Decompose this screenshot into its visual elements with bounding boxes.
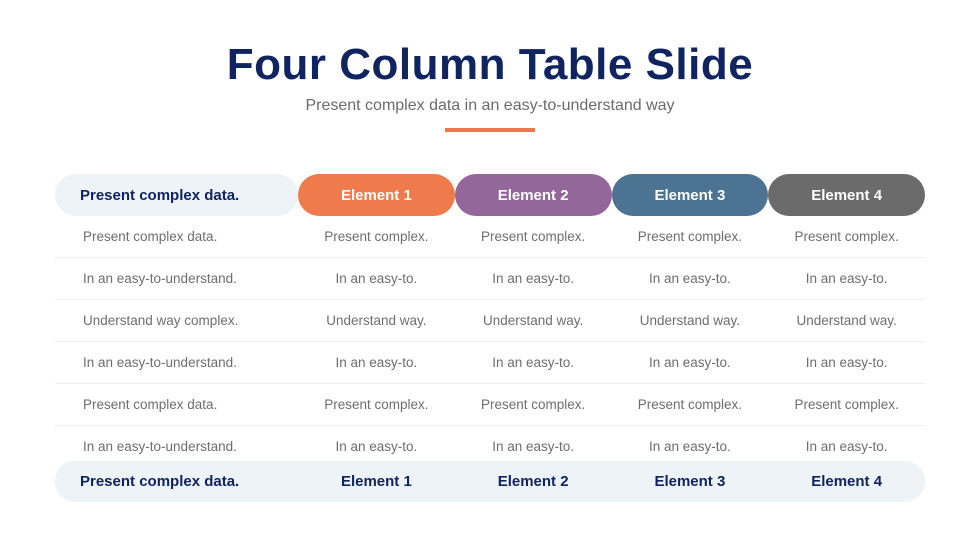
table-row: Understand way complex. Understand way. Un… [55,300,925,342]
table-cell: Present complex. [324,397,429,412]
slide-subtitle: Present complex data in an easy-to-under… [305,97,675,114]
table-cell: In an easy-to. [805,439,888,454]
table-header-row: Present complex data. Element 1 Element … [55,174,925,216]
footer-first-cell: Present complex data. [80,473,240,490]
header-element-1: Element 1 [298,174,455,216]
table-cell: Present complex. [794,229,899,244]
table-cell: In an easy-to. [805,271,888,286]
four-column-table: Present complex data. Element 1 Element … [55,174,925,467]
table-cell: In an easy-to. [335,271,418,286]
row-label: In an easy-to-understand. [83,271,237,286]
table-cell: In an easy-to. [492,439,575,454]
table-cell: In an easy-to. [648,271,731,286]
footer-cell: Element 4 [811,473,883,490]
footer-cell: Element 1 [340,473,412,490]
table-cell: In an easy-to. [805,355,888,370]
table-cell: Present complex. [637,229,743,244]
table-cell: In an easy-to. [648,439,731,454]
footer-cell: Element 2 [497,473,569,490]
header-first-cell: Present complex data. [55,174,298,216]
accent-divider [445,128,535,132]
table-cell: In an easy-to. [492,271,575,286]
table-body: Present complex data. Present complex. Pre… [55,216,925,467]
row-label: In an easy-to-understand. [83,439,237,454]
table-cell: Present complex. [480,397,586,412]
table-cell: In an easy-to. [335,439,418,454]
table-cell: In an easy-to. [492,355,575,370]
table-cell: In an easy-to. [648,355,731,370]
table-cell: Understand way. [639,313,741,328]
table-cell: Present complex. [324,229,429,244]
table-cell: Present complex. [794,397,899,412]
row-label: Present complex data. [83,229,218,244]
table-cell: Present complex. [637,397,743,412]
header-element-4: Element 4 [768,174,925,216]
table-cell: Present complex. [480,229,586,244]
table-cell: Understand way. [482,313,584,328]
table-row: Present complex data. Present complex. Pre… [55,384,925,426]
table-row: In an easy-to-understand. In an easy-to. I… [55,342,925,384]
table-cell: Understand way. [326,313,427,328]
row-label: In an easy-to-understand. [83,355,237,370]
header-element-3: Element 3 [611,174,769,216]
table-row: In an easy-to-understand. In an easy-to. I… [55,258,925,300]
table-row: Present complex data. Present complex. Pre… [55,216,925,258]
slide-title: Four Column Table Slide [226,40,754,89]
table-cell: Understand way. [796,313,897,328]
header-element-2: Element 2 [454,174,612,216]
footer-cell: Element 3 [654,473,726,490]
row-label: Understand way complex. [83,313,239,328]
table-cell: In an easy-to. [335,355,418,370]
row-label: Present complex data. [83,397,218,412]
table-footer-row: Present complex data. Element 1 Element … [55,461,925,502]
